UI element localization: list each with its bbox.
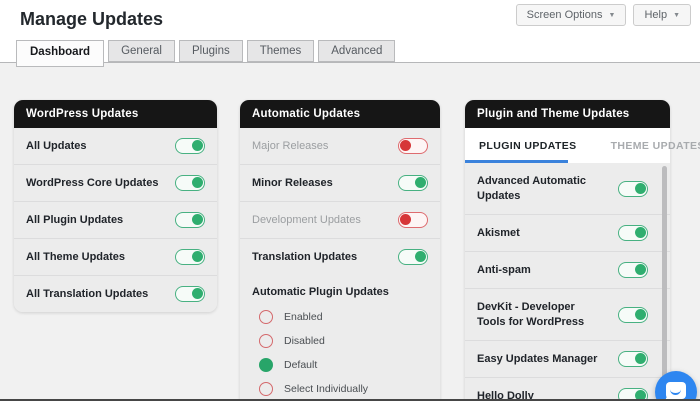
list-scrollbar[interactable] — [662, 166, 667, 398]
tab-advanced[interactable]: Advanced — [318, 40, 396, 62]
toggle-row-akismet: Akismet — [465, 215, 670, 252]
row-label: Easy Updates Manager — [477, 352, 598, 365]
radio-button[interactable] — [259, 358, 273, 372]
help-label: Help — [644, 9, 668, 21]
wordpress-updates-list: All Updates WordPress Core Updates All P… — [14, 128, 217, 312]
toggle-switch[interactable] — [618, 180, 648, 197]
radio-label: Enabled — [284, 311, 323, 323]
screen-options-button[interactable]: Screen Options ▼ — [515, 4, 627, 26]
toggle-row-advanced-automatic-updates: Advanced Automatic Updates — [465, 163, 670, 215]
radio-button[interactable] — [259, 334, 273, 348]
chevron-down-icon: ▼ — [673, 11, 680, 19]
toggle-switch[interactable] — [398, 212, 428, 228]
toggle-row-minor-releases: Minor Releases — [240, 165, 440, 202]
tab-general[interactable]: General — [108, 40, 175, 62]
wordpress-updates-panel: WordPress Updates All Updates WordPress … — [14, 100, 217, 312]
row-label: All Theme Updates — [26, 250, 126, 263]
manage-updates-page: Manage Updates Screen Options ▼ Help ▼ D… — [0, 0, 700, 401]
tab-plugins[interactable]: Plugins — [179, 40, 243, 62]
top-buttons: Screen Options ▼ Help ▼ — [515, 4, 691, 26]
row-label: Advanced Automatic Updates — [477, 175, 587, 202]
subtab-plugin-updates[interactable]: PLUGIN UPDATES — [479, 140, 577, 152]
toggle-switch[interactable] — [175, 249, 205, 265]
row-label: Major Releases — [252, 139, 329, 152]
row-label: Minor Releases — [252, 176, 333, 189]
automatic-updates-panel: Automatic Updates Major Releases Minor R… — [240, 100, 440, 401]
toggle-switch[interactable] — [618, 306, 648, 323]
tab-dashboard[interactable]: Dashboard — [16, 40, 105, 67]
toggle-row-major-releases: Major Releases — [240, 128, 440, 165]
toggle-row-devkit: DevKit - Developer Tools for WordPress — [465, 289, 670, 341]
toggle-row-all-translation-updates: All Translation Updates — [14, 276, 217, 312]
row-label: All Translation Updates — [26, 287, 149, 300]
toggle-row-translation-updates: Translation Updates — [240, 239, 440, 275]
toggle-switch[interactable] — [175, 286, 205, 302]
automatic-updates-list: Major Releases Minor Releases Developmen… — [240, 128, 440, 275]
toggle-switch[interactable] — [398, 138, 428, 154]
toggle-switch[interactable] — [618, 262, 648, 278]
radio-button[interactable] — [259, 310, 273, 324]
radio-option-enabled[interactable]: Enabled — [252, 305, 428, 329]
automatic-plugin-updates-section: Automatic Plugin Updates Enabled Disable… — [240, 275, 440, 401]
row-label: Anti-spam — [477, 263, 531, 276]
plugin-theme-updates-panel-title: Plugin and Theme Updates — [465, 100, 670, 128]
row-label: Translation Updates — [252, 250, 358, 263]
row-label: Akismet — [477, 226, 520, 239]
plugin-updates-list: Advanced Automatic Updates Akismet Anti-… — [465, 163, 670, 401]
toggle-switch[interactable] — [618, 225, 648, 241]
row-label: DevKit - Developer Tools for WordPress — [477, 301, 585, 328]
toggle-row-wordpress-core-updates: WordPress Core Updates — [14, 165, 217, 202]
row-label: All Plugin Updates — [26, 213, 124, 226]
screen-options-label: Screen Options — [526, 9, 603, 21]
page-title: Manage Updates — [20, 9, 164, 29]
toggle-row-anti-spam: Anti-spam — [465, 252, 670, 289]
radio-label: Select Individually — [284, 383, 369, 395]
toggle-row-easy-updates-manager: Easy Updates Manager — [465, 341, 670, 378]
plugin-theme-subtab-bar: PLUGIN UPDATES THEME UPDATES — [465, 128, 700, 163]
plugin-theme-updates-panel: Plugin and Theme Updates PLUGIN UPDATES … — [465, 100, 700, 401]
radio-option-select-individually[interactable]: Select Individually — [252, 377, 428, 401]
toggle-row-hello-dolly: Hello Dolly — [465, 378, 670, 401]
toggle-row-development-updates: Development Updates — [240, 202, 440, 239]
radio-label: Disabled — [284, 335, 325, 347]
tab-themes[interactable]: Themes — [246, 40, 315, 62]
toggle-switch[interactable] — [175, 138, 205, 154]
toggle-switch[interactable] — [175, 175, 205, 191]
radio-option-disabled[interactable]: Disabled — [252, 329, 428, 353]
row-label: Development Updates — [252, 213, 361, 226]
subtab-theme-updates[interactable]: THEME UPDATES — [611, 140, 700, 152]
radio-button[interactable] — [259, 382, 273, 396]
toggle-switch[interactable] — [175, 212, 205, 228]
main-tab-bar: Dashboard General Plugins Themes Advance… — [16, 40, 396, 67]
toggle-row-all-theme-updates: All Theme Updates — [14, 239, 217, 276]
automatic-plugin-updates-title: Automatic Plugin Updates — [252, 286, 389, 298]
chat-icon — [666, 382, 686, 399]
toggle-row-all-updates: All Updates — [14, 128, 217, 165]
wordpress-updates-panel-title: WordPress Updates — [14, 100, 217, 128]
chevron-down-icon: ▼ — [608, 11, 616, 19]
radio-option-default[interactable]: Default — [252, 353, 428, 377]
toggle-switch[interactable] — [398, 175, 428, 191]
automatic-updates-panel-title: Automatic Updates — [240, 100, 440, 128]
toggle-row-all-plugin-updates: All Plugin Updates — [14, 202, 217, 239]
help-button[interactable]: Help ▼ — [633, 4, 691, 26]
row-label: WordPress Core Updates — [26, 176, 159, 189]
radio-label: Default — [284, 359, 318, 371]
row-label: All Updates — [26, 139, 87, 152]
toggle-switch[interactable] — [398, 249, 428, 265]
toggle-switch[interactable] — [618, 351, 648, 367]
